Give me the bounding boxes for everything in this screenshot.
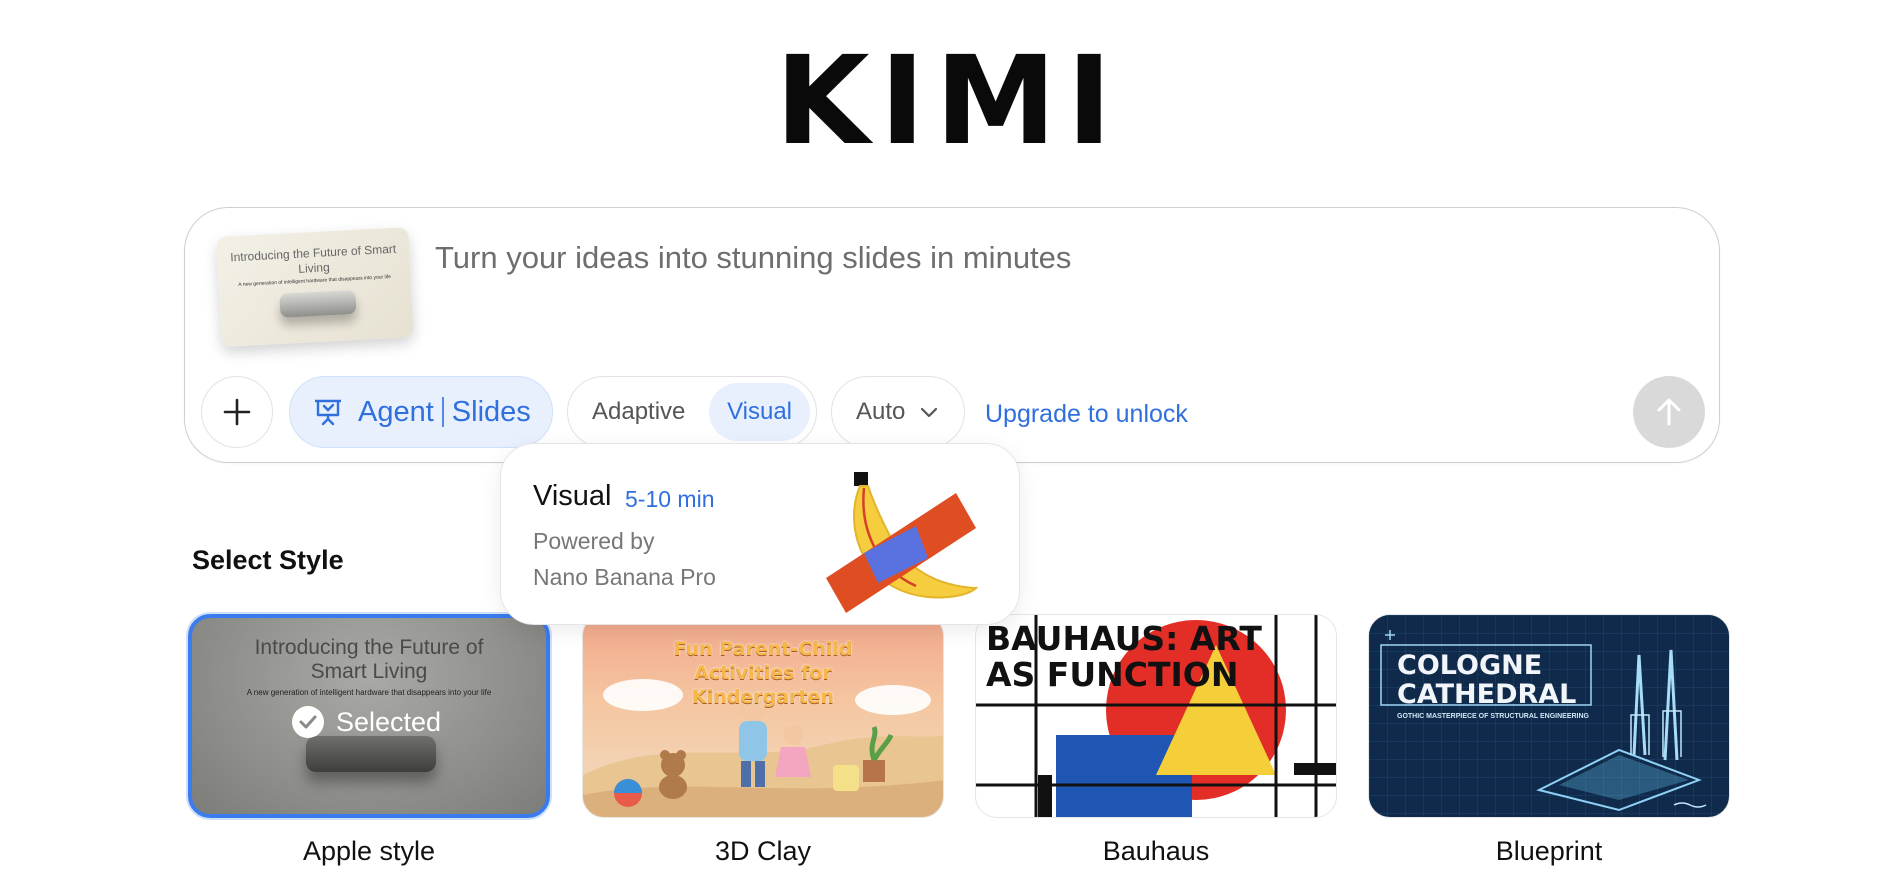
- tooltip-title: Visual: [533, 480, 612, 512]
- agent-mode-label: Slides: [451, 395, 531, 428]
- arrow-up-icon: [1657, 398, 1681, 426]
- clay-card-heading: Fun Parent-Child Activities for Kinderga…: [673, 638, 853, 708]
- style-card-bauhaus[interactable]: BAUHAUS: ART AS FUNCTION: [975, 614, 1337, 818]
- model-select-value: Auto: [856, 398, 906, 425]
- prompt-input[interactable]: [435, 240, 1635, 276]
- tooltip-engine: Nano Banana Pro: [533, 564, 716, 590]
- upgrade-link[interactable]: Upgrade to unlock: [985, 400, 1188, 429]
- check-circle-icon: [292, 706, 324, 738]
- add-button[interactable]: [201, 376, 273, 448]
- style-label-blueprint: Blueprint: [1495, 836, 1603, 866]
- bauhaus-card-heading: BAUHAUS: ART AS FUNCTION: [986, 619, 1262, 694]
- device-image: [306, 736, 436, 772]
- plus-icon: [223, 398, 251, 426]
- mode-option-visual[interactable]: Visual: [709, 383, 810, 441]
- apple-card-heading: Introducing the Future of Smart Living: [254, 636, 484, 683]
- selected-indicator: Selected: [292, 706, 441, 738]
- presentation-icon: [315, 399, 341, 426]
- send-button[interactable]: [1633, 376, 1705, 448]
- attachment-thumbnail[interactable]: Introducing the Future of Smart Living A…: [216, 227, 414, 347]
- style-card-blueprint[interactable]: COLOGNE CATHEDRAL GOTHIC MASTERPIECE OF …: [1368, 614, 1730, 818]
- style-label-3d-clay: 3D Clay: [714, 836, 812, 866]
- style-label-bauhaus: Bauhaus: [1102, 836, 1210, 866]
- style-card-apple[interactable]: Introducing the Future of Smart Living A…: [188, 614, 550, 818]
- kimi-logo: KIMI: [775, 30, 1122, 172]
- visual-mode-tooltip: Visual 5-10 min Powered by Nano Banana P…: [500, 443, 1020, 625]
- select-style-heading: Select Style: [192, 545, 344, 575]
- style-label-apple: Apple style: [302, 836, 436, 866]
- style-card-3d-clay[interactable]: Fun Parent-Child Activities for Kinderga…: [582, 614, 944, 818]
- tooltip-powered-by: Powered by: [533, 528, 655, 554]
- blueprint-card-heading: COLOGNE CATHEDRAL: [1397, 650, 1577, 710]
- model-select[interactable]: Auto: [831, 376, 965, 448]
- agent-label: Agent: [358, 395, 434, 428]
- agent-slides-toggle[interactable]: Agent Slides: [289, 376, 553, 448]
- selected-label: Selected: [336, 706, 442, 737]
- apple-card-subheading: A new generation of intelligent hardware…: [246, 688, 492, 697]
- agent-divider: [441, 397, 444, 427]
- banana-icon: [826, 472, 979, 613]
- blueprint-card-subheading: GOTHIC MASTERPIECE OF STRUCTURAL ENGINEE…: [1397, 713, 1589, 720]
- mode-option-adaptive[interactable]: Adaptive: [592, 398, 685, 426]
- render-mode-switch: Adaptive Visual: [567, 376, 817, 448]
- chevron-down-icon: [921, 407, 938, 418]
- prompt-composer: Introducing the Future of Smart Living A…: [184, 207, 1720, 463]
- device-image: [279, 289, 357, 318]
- tooltip-duration: 5-10 min: [625, 486, 715, 512]
